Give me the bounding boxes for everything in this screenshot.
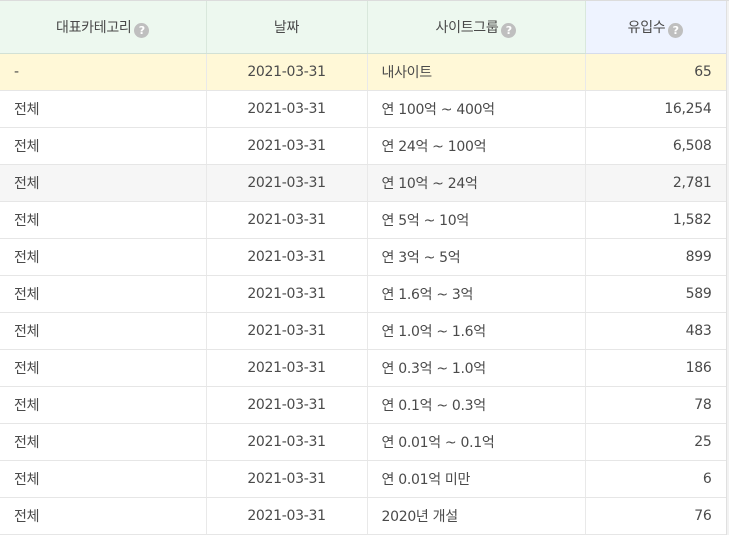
visits-cell: 483	[585, 312, 727, 350]
visits-cell: 78	[585, 386, 727, 424]
date-cell: 2021-03-31	[206, 460, 368, 498]
date-cell: 2021-03-31	[206, 127, 368, 165]
site-group-cell: 연 0.1억 ~ 0.3억	[367, 386, 586, 424]
help-icon[interactable]: ?	[668, 22, 684, 38]
category-cell: 전체	[0, 127, 207, 165]
site-group-cell: 2020년 개설	[367, 497, 586, 535]
date-cell: 2021-03-31	[206, 312, 368, 350]
header-visits-label: 유입수	[627, 19, 666, 36]
site-group-cell: 연 24억 ~ 100억	[367, 127, 586, 165]
site-group-cell: 연 0.3억 ~ 1.0억	[367, 349, 586, 387]
table-row: 전체 2021-03-31 연 10억 ~ 24억 2,781	[0, 164, 727, 202]
category-cell: 전체	[0, 312, 207, 350]
category-cell: 전체	[0, 423, 207, 461]
date-cell: 2021-03-31	[206, 423, 368, 461]
table-row: 전체 2021-03-31 연 1.6억 ~ 3억 589	[0, 275, 727, 313]
table-row: 전체 2021-03-31 연 5억 ~ 10억 1,582	[0, 201, 727, 239]
site-group-cell: 연 3억 ~ 5억	[367, 238, 586, 276]
category-cell: 전체	[0, 275, 207, 313]
help-icon[interactable]: ?	[501, 22, 517, 38]
table-row: 전체 2021-03-31 연 1.0억 ~ 1.6억 483	[0, 312, 727, 350]
header-date[interactable]: 날짜	[206, 1, 368, 54]
site-group-cell: 연 0.01억 미만	[367, 460, 586, 498]
date-cell: 2021-03-31	[206, 238, 368, 276]
table-row: 전체 2021-03-31 연 3억 ~ 5억 899	[0, 238, 727, 276]
table-row: 전체 2021-03-31 연 100억 ~ 400억 16,254	[0, 90, 727, 128]
site-group-cell: 연 1.6억 ~ 3억	[367, 275, 586, 313]
table-row: 전체 2021-03-31 연 0.01억 ~ 0.1억 25	[0, 423, 727, 461]
inflow-table: 대표카테고리? 날짜 사이트그룹? 유입수? -2021-03-31 내사이트 65…	[0, 1, 727, 535]
visits-cell: 76	[585, 497, 727, 535]
visits-cell: 6	[585, 460, 727, 498]
category-cell: 전체	[0, 238, 207, 276]
visits-cell: 65	[585, 53, 727, 91]
visits-cell: 589	[585, 275, 727, 313]
visits-cell: 1,582	[585, 201, 727, 239]
site-group-cell: 연 100억 ~ 400억	[367, 90, 586, 128]
visits-cell: 186	[585, 349, 727, 387]
table-row: 전체 2021-03-31 2020년 개설 76	[0, 497, 727, 535]
site-group-cell: 연 10억 ~ 24억	[367, 164, 586, 202]
category-cell: 전체	[0, 460, 207, 498]
header-category-label: 대표카테고리	[56, 19, 132, 36]
help-icon[interactable]: ?	[134, 22, 150, 38]
category-cell: 전체	[0, 164, 207, 202]
visits-cell: 16,254	[585, 90, 727, 128]
site-group-cell: 내사이트	[367, 53, 586, 91]
category-cell: 전체	[0, 90, 207, 128]
date-cell: 2021-03-31	[206, 201, 368, 239]
date-cell: 2021-03-31	[206, 497, 368, 535]
category-cell: 전체	[0, 497, 207, 535]
header-visits[interactable]: 유입수?	[585, 1, 727, 54]
date-cell: 2021-03-31	[206, 386, 368, 424]
inflow-table-container: 대표카테고리? 날짜 사이트그룹? 유입수? -2021-03-31 내사이트 65…	[0, 0, 729, 535]
header-date-label: 날짜	[273, 20, 300, 36]
date-cell: 2021-03-31	[206, 90, 368, 128]
header-site-group[interactable]: 사이트그룹?	[367, 1, 586, 54]
site-group-cell: 연 0.01억 ~ 0.1억	[367, 423, 586, 461]
table-row: 전체 2021-03-31 연 0.01억 미만 6	[0, 460, 727, 498]
table-row: 전체 2021-03-31 연 24억 ~ 100억 6,508	[0, 127, 727, 165]
category-cell: 전체	[0, 386, 207, 424]
category-cell: 전체	[0, 201, 207, 239]
date-cell: 2021-03-31	[206, 53, 368, 91]
site-group-cell: 연 1.0억 ~ 1.6억	[367, 312, 586, 350]
header-site-group-label: 사이트그룹	[435, 19, 499, 36]
table-header: 대표카테고리? 날짜 사이트그룹? 유입수?	[0, 1, 727, 54]
table-row-my-site: -2021-03-31 내사이트 65	[0, 53, 727, 91]
site-group-cell: 연 5억 ~ 10억	[367, 201, 586, 239]
date-cell: 2021-03-31	[206, 349, 368, 387]
category-cell: 전체	[0, 349, 207, 387]
visits-cell: 6,508	[585, 127, 727, 165]
table-row: 전체 2021-03-31 연 0.1억 ~ 0.3억 78	[0, 386, 727, 424]
header-category[interactable]: 대표카테고리?	[0, 1, 207, 54]
table-body: -2021-03-31 내사이트 65 전체 2021-03-31 연 100억 ~ 40…	[0, 53, 727, 535]
category-cell: -	[0, 53, 207, 91]
visits-cell: 2,781	[585, 164, 727, 202]
visits-cell: 899	[585, 238, 727, 276]
visits-cell: 25	[585, 423, 727, 461]
header-row: 대표카테고리? 날짜 사이트그룹? 유입수?	[0, 1, 727, 54]
table-row: 전체 2021-03-31 연 0.3억 ~ 1.0억 186	[0, 349, 727, 387]
date-cell: 2021-03-31	[206, 275, 368, 313]
date-cell: 2021-03-31	[206, 164, 368, 202]
